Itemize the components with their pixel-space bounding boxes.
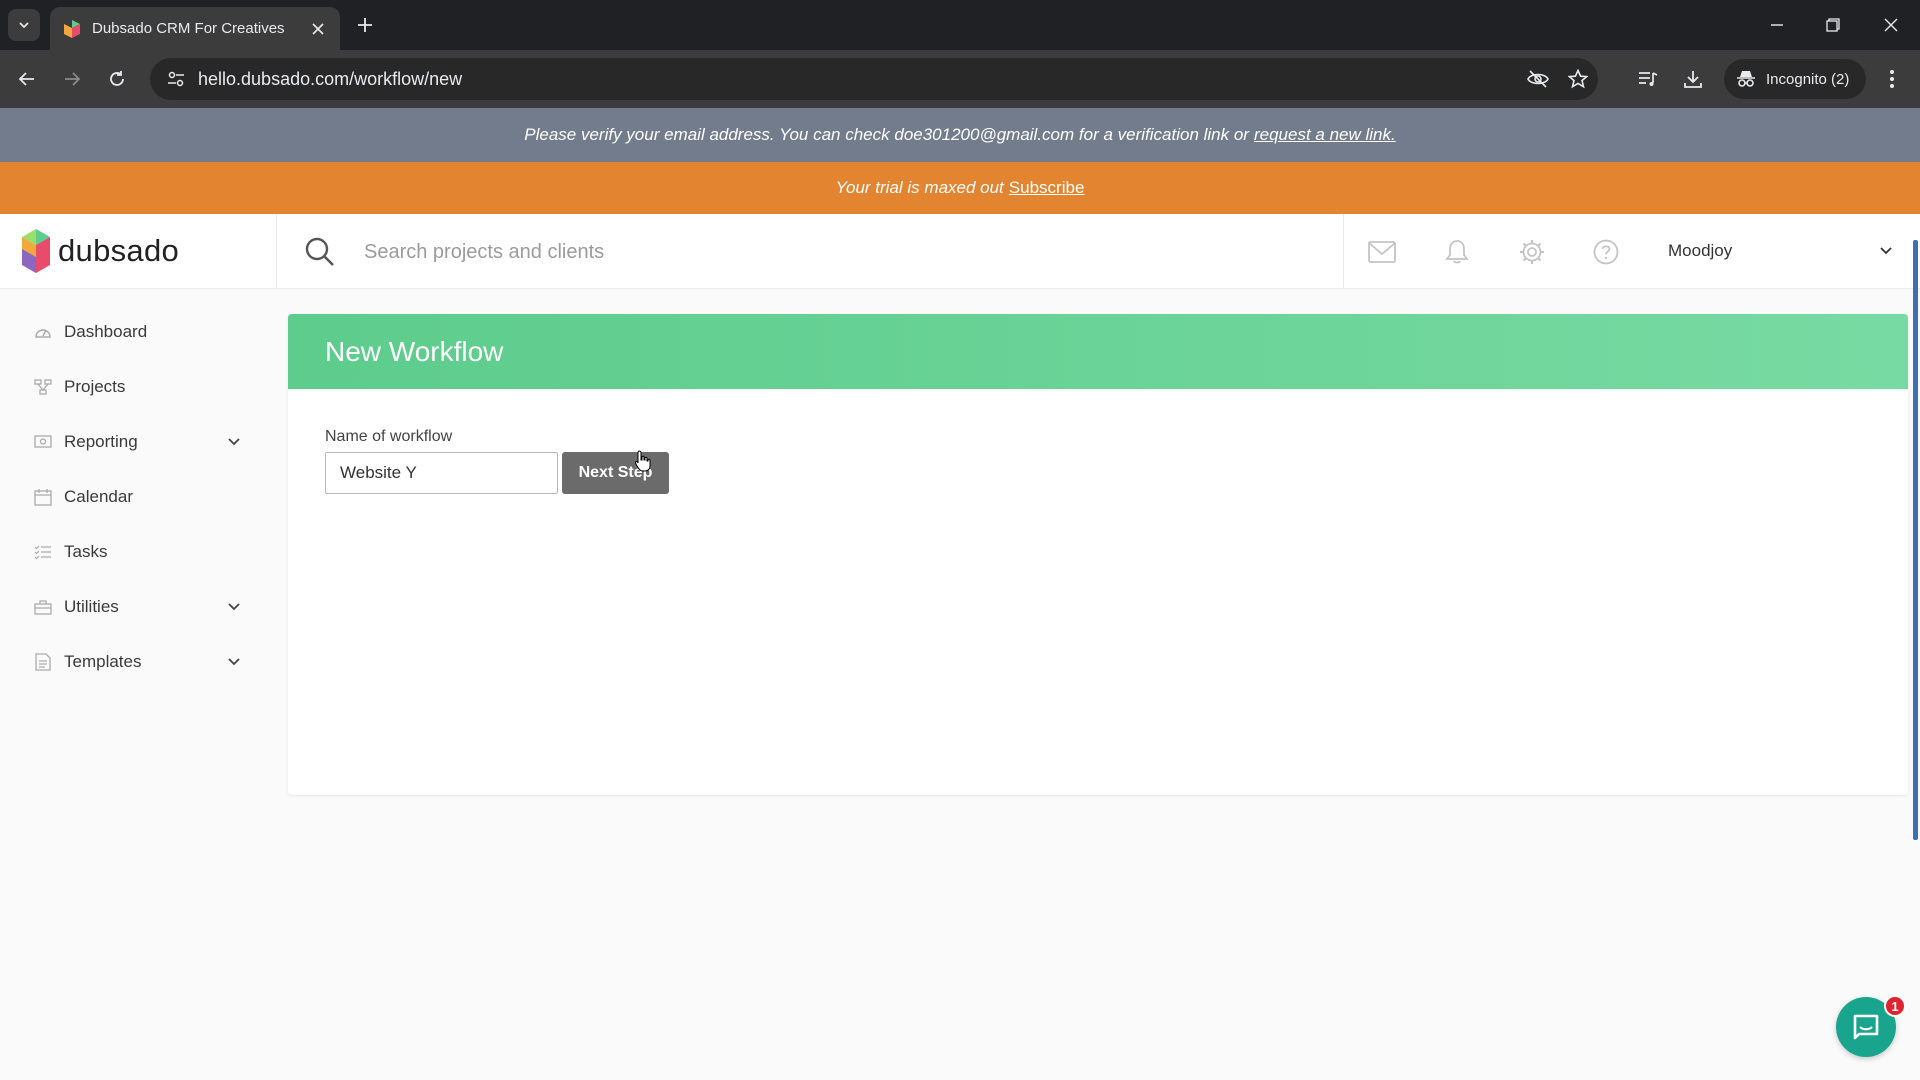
new-workflow-card: New Workflow Name of workflow Next Step: [288, 314, 1908, 795]
search-icon: [305, 237, 334, 266]
chevron-down-icon[interactable]: [1876, 241, 1896, 261]
chat-icon: [1853, 1014, 1879, 1040]
plus-icon: [358, 18, 372, 32]
card-header: New Workflow: [288, 314, 1908, 389]
verify-email-text: Please verify your email address. You ca…: [524, 125, 1249, 144]
restore-icon: [1826, 18, 1840, 32]
sidebar-item-dashboard[interactable]: Dashboard: [0, 312, 256, 352]
reload-icon: [110, 71, 124, 86]
tasks-icon: [32, 541, 54, 563]
sidebar-item-utilities[interactable]: Utilities: [0, 587, 256, 627]
chevron-down-icon: [19, 22, 29, 29]
chat-notification-badge: 1: [1884, 995, 1906, 1017]
queue-music-icon: [1639, 72, 1658, 86]
projects-icon: [32, 376, 54, 398]
back-button[interactable]: [11, 63, 43, 95]
sidebar-item-label: Utilities: [64, 597, 119, 616]
sidebar-item-label: Templates: [64, 652, 142, 671]
new-tab-button[interactable]: [350, 10, 380, 40]
reload-button[interactable]: [101, 63, 133, 95]
search-input[interactable]: [364, 234, 1324, 270]
browser-tab-bar: Dubsado CRM For Creatives: [0, 0, 1920, 50]
messages-button[interactable]: [1366, 236, 1398, 268]
trial-text: Your trial is maxed out: [835, 178, 1004, 197]
sidebar-item-label: Tasks: [64, 542, 108, 561]
reporting-icon: [32, 431, 54, 453]
browser-menu-button[interactable]: [1880, 63, 1904, 95]
user-menu[interactable]: Moodjoy: [1668, 241, 1732, 261]
chevron-down-icon: [228, 658, 240, 666]
forward-button[interactable]: [56, 63, 88, 95]
minimize-icon: [1771, 24, 1783, 26]
browser-toolbar: hello.dubsado.com/workflow/new Incognito…: [0, 50, 1920, 108]
header-divider: [1343, 214, 1344, 289]
request-new-link[interactable]: request a new link.: [1254, 125, 1396, 145]
star-icon: [1568, 69, 1588, 89]
sidebar-item-templates[interactable]: Templates: [0, 642, 256, 682]
tune-icon: [168, 71, 184, 87]
bookmark-button[interactable]: [1558, 59, 1598, 99]
dubsado-logo-icon: [22, 229, 50, 273]
sidebar-item-label: Reporting: [64, 432, 138, 451]
sidebar-item-label: Calendar: [64, 487, 133, 506]
arrow-left-icon: [18, 72, 34, 86]
help-icon: [1593, 239, 1619, 265]
arrow-right-icon: [65, 72, 81, 86]
sidebar-item-projects[interactable]: Projects: [0, 367, 256, 407]
browser-tab-active[interactable]: Dubsado CRM For Creatives: [50, 7, 340, 50]
site-info-button[interactable]: [156, 59, 196, 99]
chevron-down-icon: [228, 438, 240, 446]
page-scrollbar[interactable]: [1913, 240, 1918, 840]
subscribe-link[interactable]: Subscribe: [1009, 178, 1085, 198]
close-icon: [312, 22, 324, 35]
downloads-button[interactable]: [1677, 63, 1709, 95]
dashboard-icon: [32, 321, 54, 343]
header-divider: [276, 214, 277, 289]
utilities-icon: [32, 596, 54, 618]
tab-close-button[interactable]: [304, 15, 332, 43]
minimize-window-button[interactable]: [1757, 8, 1797, 42]
tab-title: Dubsado CRM For Creatives: [92, 20, 285, 37]
help-button[interactable]: [1590, 236, 1622, 268]
settings-button[interactable]: [1516, 236, 1548, 268]
logo-text: dubsado: [58, 233, 180, 268]
mouse-cursor-icon: [634, 450, 651, 472]
close-window-button[interactable]: [1871, 8, 1911, 42]
dubsado-logo[interactable]: dubsado: [22, 228, 179, 274]
mail-icon: [1368, 241, 1396, 263]
gear-icon: [1520, 240, 1544, 264]
dubsado-favicon-icon: [64, 19, 80, 38]
sidebar-item-tasks[interactable]: Tasks: [0, 532, 256, 572]
tracking-protection-button[interactable]: [1518, 59, 1558, 99]
workflow-name-label: Name of workflow: [325, 428, 453, 445]
chevron-down-icon: [228, 603, 240, 611]
incognito-label: Incognito (2): [1766, 70, 1850, 88]
verify-email-banner: Please verify your email address. You ca…: [0, 108, 1920, 162]
eye-off-icon: [1527, 70, 1549, 88]
tab-search-button[interactable]: [8, 9, 40, 41]
close-icon: [1884, 18, 1898, 32]
notifications-button[interactable]: [1441, 236, 1473, 268]
url-text[interactable]: hello.dubsado.com/workflow/new: [198, 69, 1518, 90]
calendar-icon: [32, 486, 54, 508]
more-vertical-icon: [1890, 70, 1894, 88]
restore-window-button[interactable]: [1813, 8, 1853, 42]
workflow-name-input[interactable]: [325, 452, 558, 494]
download-icon: [1684, 71, 1702, 88]
sidebar-item-calendar[interactable]: Calendar: [0, 477, 256, 517]
page-title: New Workflow: [325, 335, 504, 367]
sidebar-item-reporting[interactable]: Reporting: [0, 422, 256, 462]
trial-banner: Your trial is maxed out Subscribe: [0, 162, 1920, 214]
incognito-icon: [1737, 71, 1755, 87]
templates-icon: [32, 651, 54, 673]
incognito-indicator[interactable]: Incognito (2): [1724, 59, 1866, 99]
bell-icon: [1445, 240, 1469, 264]
sidebar-item-label: Projects: [64, 377, 126, 396]
media-controls-button[interactable]: [1632, 63, 1664, 95]
address-bar[interactable]: hello.dubsado.com/workflow/new: [150, 58, 1598, 100]
next-step-button[interactable]: Next Step: [562, 452, 669, 494]
sidebar-item-label: Dashboard: [64, 322, 148, 341]
app-header: dubsado Moodjoy: [0, 214, 1920, 289]
